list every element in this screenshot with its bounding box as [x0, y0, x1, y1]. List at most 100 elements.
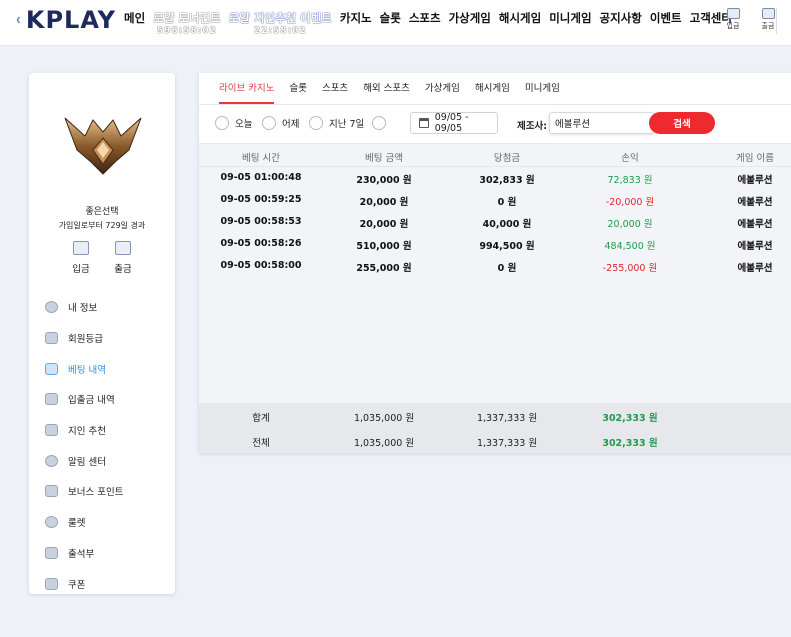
sidebar-item-4[interactable]: 지인 추천 [45, 415, 171, 446]
nav-item-5[interactable]: 스포츠 [409, 10, 441, 26]
search-button[interactable]: 검색 [649, 112, 715, 134]
col-header-time: 베팅 시간 [242, 153, 280, 164]
kplay-logo-icon [16, 16, 21, 24]
nav-item-1[interactable]: 로얄 토너먼트 598:58:02 [153, 10, 220, 36]
sidebar-item-9[interactable]: 쿠폰 [45, 568, 171, 599]
main-nav: 메인 로얄 토너먼트 598:58:02 로얄 지인추천 이벤트 22:58:02 카지노… [124, 10, 740, 36]
cell-win: 0 원 [497, 263, 517, 274]
cell-bet: 255,000 원 [356, 263, 412, 274]
cell-win: 40,000 원 [482, 219, 532, 230]
coupon-icon [45, 577, 58, 590]
withdraw-icon [115, 241, 131, 255]
tabs-divider [199, 104, 791, 105]
nav-item-label: 가상게임 [448, 11, 491, 25]
date-range-picker[interactable]: 09/05 - 09/05 [410, 112, 498, 134]
withdraw-icon [761, 8, 775, 19]
nav-item-label: 해시게임 [498, 11, 542, 25]
user-icon [45, 301, 58, 314]
col-header-bet: 베팅 금액 [365, 153, 403, 164]
provider-input[interactable] [549, 112, 655, 134]
cell-time: 09-05 00:58:00 [220, 260, 302, 271]
tab-0[interactable]: 라이브 카지노 [219, 73, 275, 104]
nav-countdown: 22:58:02 [253, 26, 307, 36]
sidebar-item-label: 알림 센터 [68, 456, 106, 468]
tab-3[interactable]: 해외 스포츠 [363, 73, 410, 104]
cell-game: 에볼루션 [737, 219, 773, 230]
nav-countdown: 598:58:02 [156, 26, 217, 36]
tab-2[interactable]: 스포츠 [322, 73, 348, 104]
nav-item-label: 메인 [124, 11, 146, 25]
nav-item-8[interactable]: 미니게임 [549, 10, 591, 26]
table-header: 베팅 시간 베팅 금액 당첨금 손익 게임 이름 [199, 143, 791, 167]
nav-item-2[interactable]: 로얄 지인추천 이벤트 22:58:02 [229, 10, 332, 36]
cell-time: 09-05 00:59:25 [220, 194, 302, 205]
filter-custom-radio[interactable] [372, 115, 392, 131]
radio-circle [215, 116, 229, 130]
nav-item-7[interactable]: 해시게임 [499, 10, 541, 26]
deposit-icon [73, 241, 89, 255]
nav-item-label: 카지노 [339, 11, 372, 25]
cell-pl: 484,500 원 [604, 241, 656, 252]
filter-yesterday-radio[interactable]: 어제 [262, 115, 299, 131]
sidebar-item-6[interactable]: 보너스 포인트 [45, 476, 171, 507]
tab-4[interactable]: 가상게임 [425, 73, 460, 104]
nav-item-4[interactable]: 슬롯 [380, 10, 401, 26]
cell-time: 09-05 00:58:26 [220, 238, 302, 249]
header-deposit-button[interactable]: 입금 [720, 8, 746, 34]
radio-circle [309, 116, 323, 130]
cell-pl: 20,000 원 [607, 219, 653, 230]
table-row: 09-05 00:58:53 20,000 원 40,000 원 20,000 원 에볼… [199, 211, 791, 233]
nav-item-label: 공지사항 [599, 11, 642, 25]
sidebar-withdraw-label: 출금 [114, 264, 132, 275]
provider-label: 제조사: [517, 121, 548, 132]
filter-yesterday-label: 어제 [282, 119, 300, 130]
chat-icon [45, 454, 58, 467]
membership-duration: 가입일로부터 729일 경과 [58, 221, 146, 230]
header-withdraw-label: 출금 [761, 22, 775, 30]
sidebar-item-1[interactable]: 회원등급 [45, 323, 171, 354]
nav-item-label: 이벤트 [649, 11, 682, 25]
col-header-win: 당첨금 [493, 153, 521, 164]
coin-icon [45, 485, 58, 498]
nav-item-6[interactable]: 가상게임 [449, 10, 491, 26]
sidebar-item-2[interactable]: 베팅 내역 [45, 353, 171, 384]
sidebar-item-7[interactable]: 룰렛 [45, 507, 171, 538]
filter-last7-radio[interactable]: 지난 7일 [309, 115, 364, 131]
sidebar-item-5[interactable]: 알림 센터 [45, 445, 171, 476]
sidebar-withdraw-button[interactable]: 출금 [108, 241, 138, 275]
header-divider [776, 8, 777, 34]
logo[interactable]: KPLAY [16, 4, 116, 36]
cell-pl: -255,000 원 [602, 263, 658, 274]
sidebar-item-label: 입출금 내역 [68, 395, 115, 407]
filter-today-radio[interactable]: 오늘 [215, 115, 252, 131]
sidebar-item-8[interactable]: 출석부 [45, 538, 171, 569]
table-row: 09-05 00:58:26 510,000 원 994,500 원 484,500 … [199, 233, 791, 255]
nav-item-10[interactable]: 이벤트 [650, 10, 682, 26]
cell-bet: 20,000 원 [359, 197, 409, 208]
user-name: 좋은선택 [85, 207, 119, 217]
summary-cell-win: 1,337,333 원 [476, 438, 538, 449]
nav-item-0[interactable]: 메인 [124, 10, 145, 26]
nav-item-3[interactable]: 카지노 [340, 10, 372, 26]
table-row: 09-05 01:00:48 230,000 원 302,833 원 72,833 원… [199, 167, 791, 189]
heart-icon [45, 424, 58, 437]
cell-time: 09-05 00:58:53 [220, 216, 302, 227]
sidebar-menu: 내 정보 회원등급 베팅 내역입출금 내역지인 추천알림 센터보너스 포인트 룰렛 출석… [45, 292, 171, 599]
sidebar-item-label: 지인 추천 [68, 426, 106, 438]
sidebar-item-3[interactable]: 입출금 내역 [45, 384, 171, 415]
tab-1[interactable]: 슬롯 [289, 73, 306, 104]
rank-emblem-icon [64, 117, 142, 175]
table-row: 09-05 00:58:00 255,000 원 0 원 -255,000 원 에볼루션 [199, 255, 791, 277]
table-body: 09-05 01:00:48 230,000 원 302,833 원 72,833 원… [199, 167, 791, 403]
sidebar-item-0[interactable]: 내 정보 [45, 292, 171, 323]
nav-item-9[interactable]: 공지사항 [600, 10, 642, 26]
summary-cell-pl: 302,333 원 [602, 438, 658, 449]
summary-cell-label: 합계 [252, 413, 270, 424]
sidebar-deposit-button[interactable]: 입금 [66, 241, 96, 275]
tab-6[interactable]: 미니게임 [525, 73, 560, 104]
header-withdraw-button[interactable]: 출금 [755, 8, 781, 34]
badge-icon [45, 332, 58, 345]
cell-win: 302,833 원 [479, 175, 535, 186]
tab-5[interactable]: 해시게임 [475, 73, 510, 104]
category-tabs: 라이브 카지노 슬롯 스포츠 해외 스포츠 가상게임 해시게임 미니게임 [219, 73, 575, 104]
